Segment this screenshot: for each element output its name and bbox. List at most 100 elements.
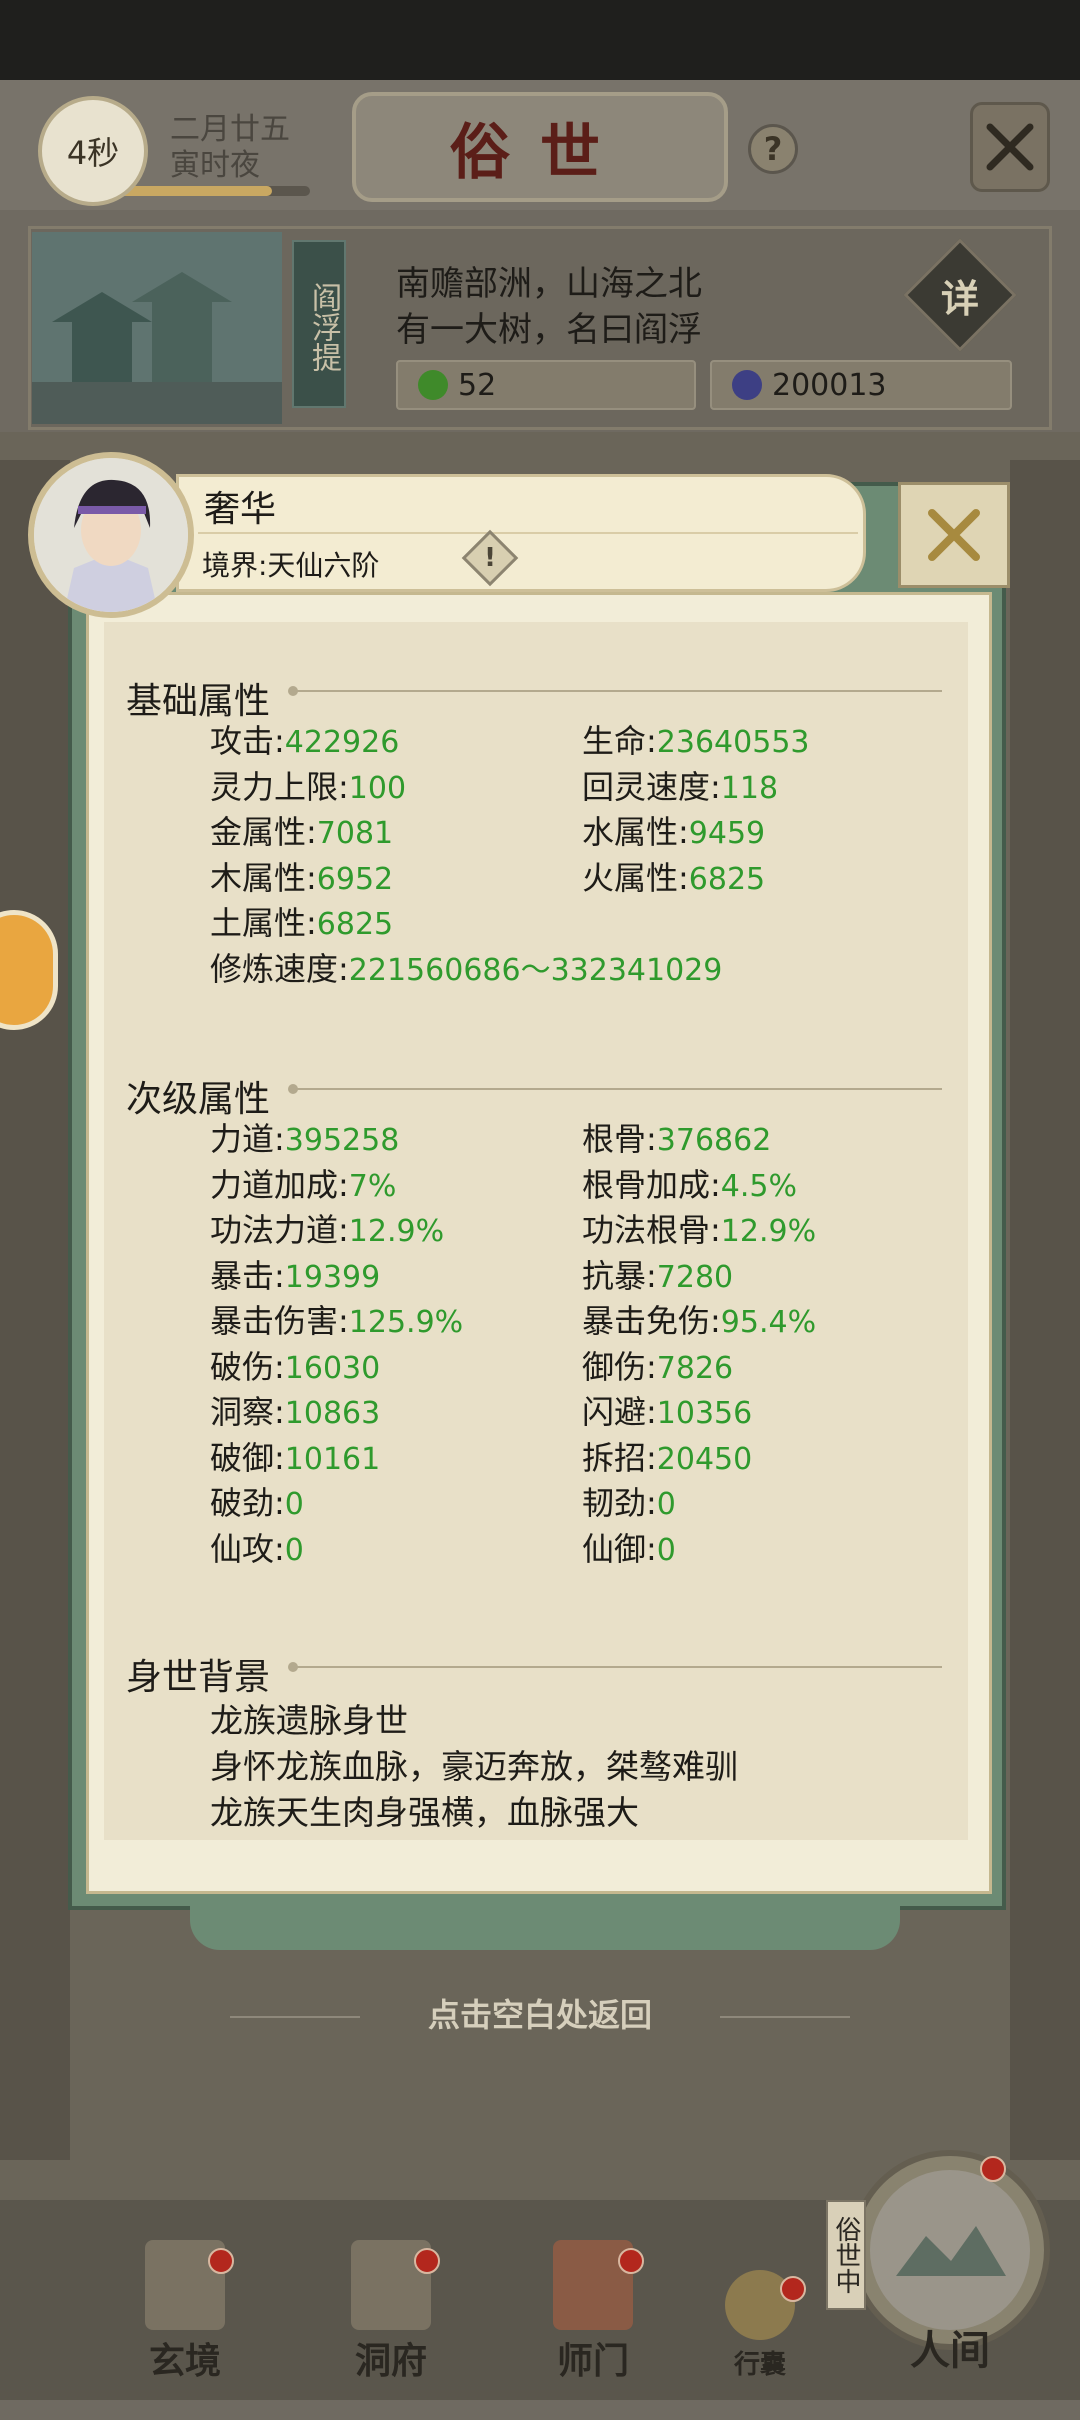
secondary-attr-value: 395258 bbox=[284, 1123, 400, 1158]
panel-close-button[interactable] bbox=[898, 482, 1010, 588]
nav-label: 师门 bbox=[556, 2340, 629, 2382]
secondary-attr-row: 拆招:20450 bbox=[582, 1436, 752, 1481]
secondary-attr-label: 功法力道: bbox=[210, 1211, 349, 1249]
nav-label: 玄境 bbox=[148, 2340, 221, 2382]
section-divider bbox=[288, 686, 942, 696]
basic-attr-label: 火属性: bbox=[582, 858, 689, 897]
secondary-attr-row: 破伤:16030 bbox=[210, 1345, 380, 1390]
secondary-attr-value: 10161 bbox=[284, 1441, 381, 1477]
question-icon: ? bbox=[763, 130, 783, 168]
section-divider bbox=[288, 1662, 942, 1672]
secondary-attr-value: 0 bbox=[656, 1487, 676, 1522]
secondary-attr-value: 0 bbox=[656, 1532, 676, 1568]
secondary-attr-row: 抗暴:7280 bbox=[582, 1254, 733, 1299]
basic-attr-row: 木属性:6952 bbox=[210, 856, 393, 901]
secondary-attr-row: 破御:10161 bbox=[210, 1436, 380, 1481]
secondary-attr-label: 闪避: bbox=[582, 1393, 657, 1431]
background-line: 龙族天生肉身强横，血脉强大 bbox=[210, 1793, 639, 1832]
secondary-attr-value: 95.4% bbox=[720, 1305, 817, 1340]
secondary-attr-value: 125.9% bbox=[348, 1305, 464, 1340]
secondary-attr-label: 抗暴: bbox=[582, 1256, 657, 1295]
avatar bbox=[28, 452, 194, 618]
character-name: 奢华 bbox=[204, 489, 277, 530]
secondary-attr-row: 韧劲:0 bbox=[582, 1481, 676, 1526]
basic-attr-value: 6825 bbox=[316, 907, 394, 942]
background-line: 龙族遗脉身世 bbox=[210, 1701, 408, 1740]
secondary-attr-label: 破伤: bbox=[210, 1347, 285, 1386]
basic-attr-label: 攻击: bbox=[210, 722, 285, 760]
background-title: 身世背景 bbox=[126, 1657, 271, 1698]
basic-attr-label: 回灵速度: bbox=[582, 767, 721, 806]
secondary-attr-row: 力道加成:7% bbox=[210, 1163, 396, 1208]
spirit-coin-icon bbox=[732, 370, 762, 400]
basic-attr-label: 金属性: bbox=[210, 813, 317, 851]
secondary-attr-value: 19399 bbox=[284, 1259, 381, 1295]
secondary-attr-label: 拆招: bbox=[582, 1438, 657, 1477]
location-desc-line1: 南赡部洲，山海之北 bbox=[396, 264, 702, 304]
basic-attr-value: 7081 bbox=[316, 816, 394, 851]
notification-dot bbox=[208, 2248, 234, 2274]
secondary-attr-label: 破御: bbox=[210, 1438, 285, 1477]
secondary-attr-label: 功法根骨: bbox=[582, 1211, 721, 1249]
panel-bottom-trim bbox=[190, 1906, 900, 1950]
secondary-attr-label: 破劲: bbox=[210, 1484, 285, 1522]
name-divider bbox=[198, 532, 858, 534]
background-line: 身怀龙族血脉，豪迈奔放，桀骜难驯 bbox=[210, 1747, 738, 1786]
basic-attr-value: 221560686～332341029 bbox=[348, 952, 723, 988]
basic-attr-row: 灵力上限:100 bbox=[210, 765, 406, 810]
timer-badge: 4秒 bbox=[38, 96, 148, 206]
jade-icon bbox=[418, 370, 448, 400]
resource-jade: 52 bbox=[396, 360, 696, 410]
secondary-attr-row: 暴击伤害:125.9% bbox=[210, 1299, 463, 1344]
secondary-attr-label: 根骨加成: bbox=[582, 1165, 721, 1204]
secondary-attr-label: 仙攻: bbox=[210, 1529, 285, 1568]
secondary-attr-row: 根骨:376862 bbox=[582, 1117, 771, 1162]
detail-button-label[interactable]: 详 bbox=[920, 255, 1000, 335]
secondary-attr-row: 根骨加成:4.5% bbox=[582, 1163, 797, 1208]
basic-attr-value: 118 bbox=[720, 770, 779, 806]
secondary-attr-row: 洞察:10863 bbox=[210, 1390, 380, 1435]
help-button[interactable]: ? bbox=[748, 124, 798, 174]
basic-attr-label: 水属性: bbox=[582, 813, 689, 851]
secondary-attr-row: 力道:395258 bbox=[210, 1117, 399, 1162]
secondary-attr-value: 0 bbox=[284, 1487, 304, 1522]
secondary-attr-value: 20450 bbox=[656, 1441, 753, 1477]
secondary-attr-row: 功法力道:12.9% bbox=[210, 1208, 444, 1253]
basic-attr-value: 6952 bbox=[316, 861, 394, 897]
basic-attr-row: 火属性:6825 bbox=[582, 856, 765, 901]
bg-buildings-right bbox=[1010, 460, 1080, 2160]
notification-dot bbox=[414, 2248, 440, 2274]
secondary-attr-row: 闪避:10356 bbox=[582, 1390, 752, 1435]
time-of-day-text: 寅时夜 bbox=[170, 148, 260, 183]
secondary-attr-value: 0 bbox=[284, 1532, 304, 1568]
secondary-attrs-title: 次级属性 bbox=[126, 1079, 271, 1120]
world-label[interactable]: 人间 bbox=[870, 2318, 1030, 2376]
header-close-button[interactable] bbox=[970, 102, 1050, 192]
basic-attr-value: 422926 bbox=[284, 725, 400, 760]
secondary-attr-value: 7280 bbox=[656, 1259, 734, 1295]
resource-jade-value: 52 bbox=[458, 367, 497, 403]
basic-attr-label: 生命: bbox=[582, 722, 657, 760]
basic-attr-label: 灵力上限: bbox=[210, 767, 349, 806]
return-hint[interactable]: 点击空白处返回 bbox=[0, 1990, 1080, 2036]
basic-attr-row: 回灵速度:118 bbox=[582, 765, 778, 810]
basic-attr-label: 土属性: bbox=[210, 904, 317, 942]
basic-attr-row: 攻击:422926 bbox=[210, 719, 399, 764]
secondary-attr-label: 力道加成: bbox=[210, 1165, 349, 1204]
character-realm: 境界:天仙六阶 bbox=[202, 549, 380, 582]
secondary-attr-label: 仙御: bbox=[582, 1529, 657, 1568]
secondary-attr-value: 12.9% bbox=[720, 1214, 817, 1249]
secondary-attr-row: 暴击:19399 bbox=[210, 1254, 380, 1299]
secondary-attr-label: 暴击伤害: bbox=[210, 1302, 349, 1340]
secondary-attr-value: 10863 bbox=[284, 1396, 381, 1431]
secondary-attr-value: 12.9% bbox=[348, 1214, 445, 1249]
basic-attr-row: 生命:23640553 bbox=[582, 719, 810, 764]
secondary-attr-label: 暴击: bbox=[210, 1256, 285, 1295]
side-float-button[interactable] bbox=[0, 910, 58, 1030]
close-x-icon bbox=[986, 123, 1034, 171]
exclamation-icon[interactable]: ! bbox=[470, 538, 510, 578]
secondary-attr-label: 韧劲: bbox=[582, 1484, 657, 1522]
notification-dot bbox=[780, 2276, 806, 2302]
location-image bbox=[32, 232, 282, 424]
secondary-attr-row: 功法根骨:12.9% bbox=[582, 1208, 816, 1253]
